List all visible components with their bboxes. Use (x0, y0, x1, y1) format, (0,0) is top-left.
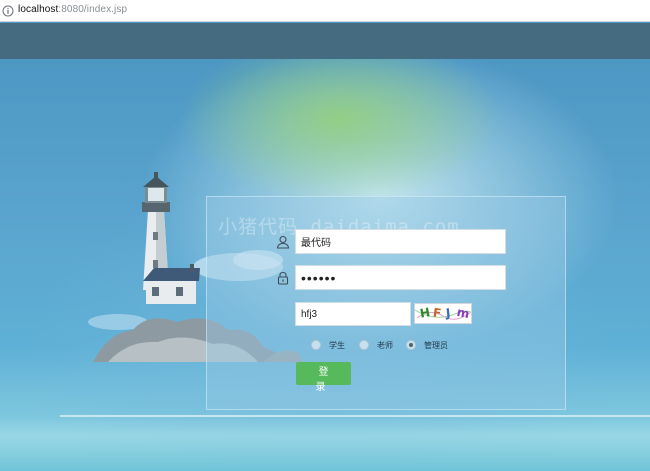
login-button[interactable]: 登 录 (296, 362, 351, 393)
admin-radio[interactable] (406, 340, 416, 350)
user-icon (276, 235, 290, 249)
captcha-char-1: H (418, 305, 432, 321)
teacher-radio[interactable] (359, 340, 369, 350)
student-radio[interactable] (311, 340, 321, 350)
url-path: :8080/index.jsp (58, 4, 128, 15)
horizon (60, 415, 650, 417)
url-host: localhost (18, 4, 59, 15)
role-label: 老师 (377, 340, 393, 350)
browser-address-bar[interactable]: localhost:8080/index.jsp (0, 0, 650, 22)
captcha-image[interactable]: H F J m (414, 303, 472, 324)
sea (0, 417, 650, 471)
role-option-teacher[interactable]: 老师 (359, 338, 393, 352)
captcha-input[interactable] (295, 302, 411, 326)
info-icon[interactable] (2, 5, 14, 17)
role-option-admin[interactable]: 管理员 (406, 338, 448, 352)
role-label: 管理员 (424, 340, 448, 350)
role-label: 学生 (329, 340, 345, 350)
top-banner (0, 23, 650, 59)
password-field[interactable] (295, 265, 506, 290)
url-text[interactable]: localhost:8080/index.jsp (18, 4, 127, 15)
lock-icon (277, 271, 289, 285)
role-option-student[interactable]: 学生 (311, 338, 345, 352)
username-field[interactable] (295, 229, 506, 254)
